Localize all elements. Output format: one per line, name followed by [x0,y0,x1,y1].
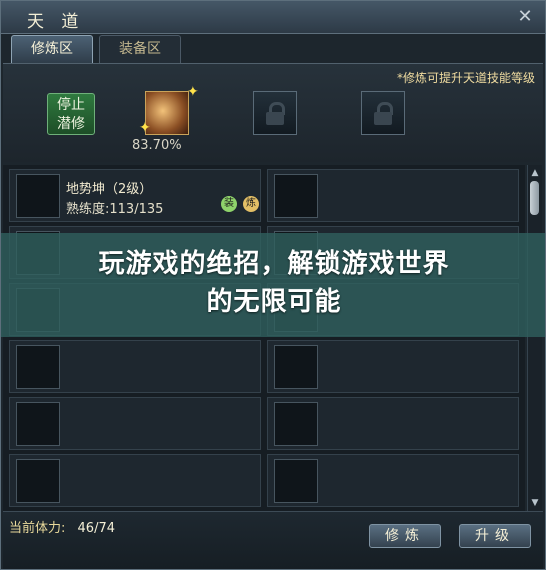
caption-text: 玩游戏的绝招，解锁游戏世界 的无限可能 [1,245,545,321]
window-title: 天 道 [27,12,85,32]
locked-slot[interactable] [361,91,405,135]
cultivate-button[interactable]: 修炼 [369,524,441,548]
empty-slot [274,459,318,503]
caption-banner: 玩游戏的绝招，解锁游戏世界 的无限可能 [1,233,545,337]
cultivation-progress: 83.70% [132,138,182,153]
list-item[interactable] [267,454,519,507]
list-item[interactable] [9,454,261,507]
upgrade-button[interactable]: 升级 [459,524,531,548]
scroll-up-icon[interactable]: ▲ [529,167,541,179]
empty-slot [16,402,60,446]
skill-icon [16,174,60,218]
stop-label-line2: 潜修 [57,116,85,132]
skill-list: 地势坤（2级） 熟练度:113/135 装 炼 [3,165,525,511]
skill-proficiency: 熟练度:113/135 [66,202,164,217]
equip-badge-icon[interactable]: 装 [221,196,237,212]
list-item[interactable] [9,397,261,450]
caption-line1: 玩游戏的绝招，解锁游戏世界 [98,249,450,279]
empty-slot [274,174,318,218]
list-item[interactable] [9,340,261,393]
stamina-value: 46/74 [77,521,115,536]
stop-label-line1: 停止 [57,97,85,113]
lock-icon [266,102,285,125]
refine-badge-icon[interactable]: 炼 [243,196,259,212]
lock-icon [374,102,393,125]
list-item[interactable] [267,169,519,222]
empty-slot [274,402,318,446]
footer-bar: 当前体力: 46/74 修炼 升级 [3,511,543,569]
empty-slot [16,459,60,503]
title-bar: 天 道 ✕ [1,1,545,34]
list-scrollbar[interactable]: ▲ ▼ [527,165,542,511]
stamina-label: 当前体力: [9,521,66,536]
stop-cultivation-button[interactable]: 停止 潜修 [47,93,95,135]
tab-equipment[interactable]: 装备区 [99,35,181,63]
list-item[interactable]: 地势坤（2级） 熟练度:113/135 装 炼 [9,169,261,222]
list-item[interactable] [267,397,519,450]
empty-slot [16,345,60,389]
tiandao-window: 天 道 ✕ 修炼区 装备区 *修炼可提升天道技能等级 停止 潜修 ✦ ✦ 83.… [0,0,546,570]
tab-cultivation[interactable]: 修炼区 [11,35,93,63]
scroll-thumb[interactable] [530,181,539,215]
scroll-down-icon[interactable]: ▼ [529,497,541,509]
close-icon[interactable]: ✕ [515,7,535,27]
stamina-display: 当前体力: 46/74 [9,517,115,536]
caption-line2: 的无限可能 [206,287,342,317]
cultivation-hint: *修炼可提升天道技能等级 [396,71,535,85]
cultivation-panel: *修炼可提升天道技能等级 停止 潜修 ✦ ✦ [3,63,543,162]
sparkle-icon: ✦ [187,84,199,100]
sparkle-icon: ✦ [139,120,151,136]
active-skill-slot[interactable] [145,91,189,135]
empty-slot [274,345,318,389]
locked-slot[interactable] [253,91,297,135]
skill-name: 地势坤（2级） [66,182,153,197]
list-item[interactable] [267,340,519,393]
